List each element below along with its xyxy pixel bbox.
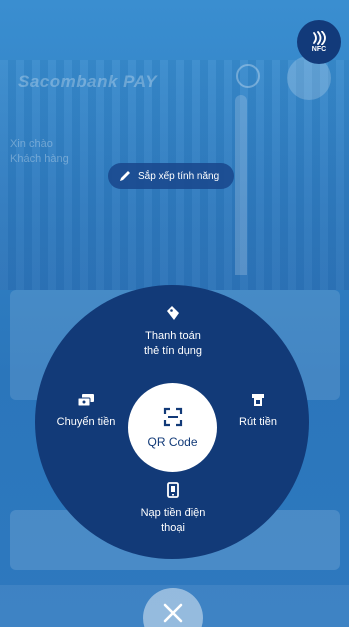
nfc-button[interactable]: NFC (297, 20, 341, 64)
money-transfer-icon (77, 394, 94, 407)
money-transfer-label: Chuyển tiền (56, 416, 116, 428)
credit-card-payment-item[interactable]: Thanh toán thẻ tín dụng (118, 305, 228, 359)
phone-topup-line2: thoại (161, 522, 185, 534)
phone-topup-line1: Nạp tiền điện (140, 507, 206, 519)
background-tower (235, 95, 247, 275)
background-greeting: Xin chào Khách hàng (10, 137, 69, 167)
money-transfer-item[interactable]: Chuyển tiền (46, 393, 126, 430)
credit-card-payment-line1: Thanh toán (145, 330, 201, 342)
credit-card-payment-line2: thẻ tín dụng (143, 345, 203, 357)
nfc-label: NFC (311, 46, 327, 53)
sort-features-button[interactable]: Sắp xếp tính năng (108, 163, 234, 189)
qr-code-button[interactable]: QR Code (128, 383, 217, 472)
pencil-icon (120, 171, 130, 181)
greeting-line1: Xin chào (10, 138, 53, 150)
tag-icon (167, 306, 179, 320)
qr-code-label: QR Code (147, 434, 198, 449)
background-search-icon (236, 64, 260, 88)
withdraw-cash-label: Rút tiền (239, 416, 277, 428)
background-brand-logo: Sacombank PAY (18, 72, 158, 91)
qr-scan-icon (163, 407, 182, 426)
sort-features-label: Sắp xếp tính năng (138, 170, 220, 182)
nfc-icon (313, 31, 326, 45)
atm-withdraw-icon (252, 394, 264, 406)
phone-topup-icon (167, 482, 179, 498)
phone-topup-item[interactable]: Nạp tiền điện thoại (118, 482, 228, 536)
app-screen: Sacombank PAY Xin chào Khách hàng NFC Sắ… (0, 0, 349, 627)
withdraw-cash-item[interactable]: Rút tiền (222, 393, 294, 430)
greeting-line2: Khách hàng (10, 153, 69, 165)
close-icon (163, 603, 183, 623)
